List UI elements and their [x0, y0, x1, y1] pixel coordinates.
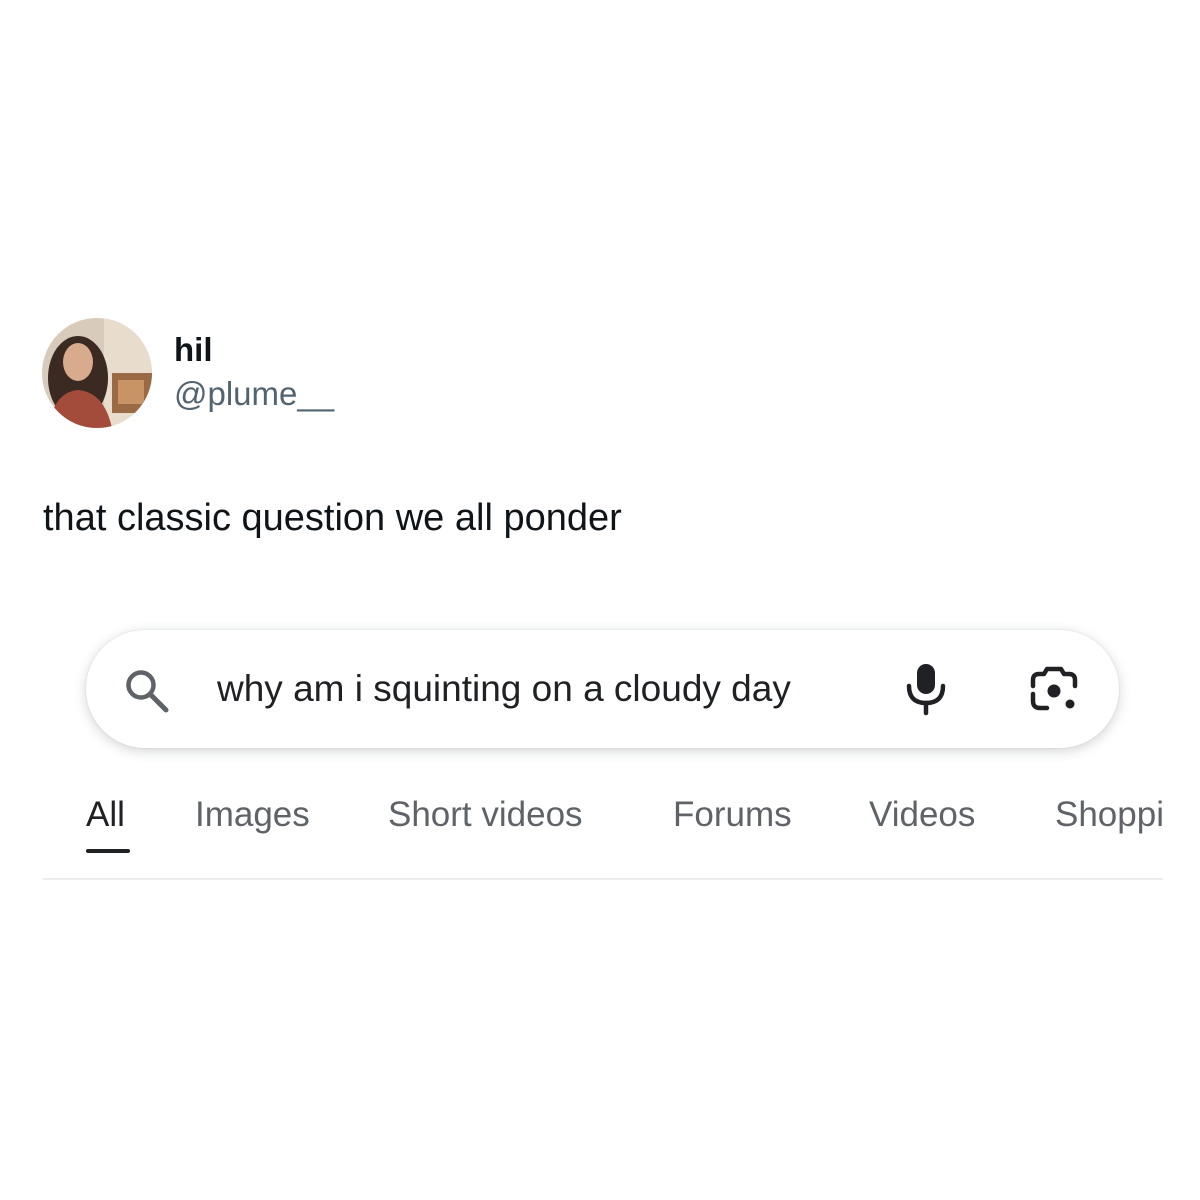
- active-tab-indicator: [86, 849, 130, 853]
- tab-all[interactable]: All: [86, 793, 125, 837]
- lens-camera-icon[interactable]: [1028, 664, 1080, 716]
- search-tabs: All Images Short videos Forums Videos Sh…: [0, 785, 1200, 865]
- tab-videos[interactable]: Videos: [869, 793, 975, 837]
- tabs-divider: [43, 878, 1163, 880]
- avatar-photo: [42, 318, 152, 428]
- author-display-name[interactable]: hil: [174, 331, 213, 369]
- tab-shopping-clip: Shopping: [1055, 785, 1163, 845]
- tab-forums[interactable]: Forums: [673, 793, 792, 837]
- search-icon[interactable]: [124, 668, 170, 714]
- tab-shopping[interactable]: Shopping: [1055, 793, 1163, 837]
- avatar[interactable]: [42, 318, 152, 428]
- search-input[interactable]: why am i squinting on a cloudy day: [217, 663, 869, 715]
- tab-images[interactable]: Images: [195, 793, 310, 837]
- search-bar[interactable]: why am i squinting on a cloudy day: [86, 630, 1119, 748]
- tab-short-videos[interactable]: Short videos: [388, 793, 583, 837]
- post-text: that classic question we all ponder: [43, 497, 622, 539]
- microphone-icon[interactable]: [904, 662, 948, 716]
- author-handle[interactable]: @plume__: [174, 374, 334, 414]
